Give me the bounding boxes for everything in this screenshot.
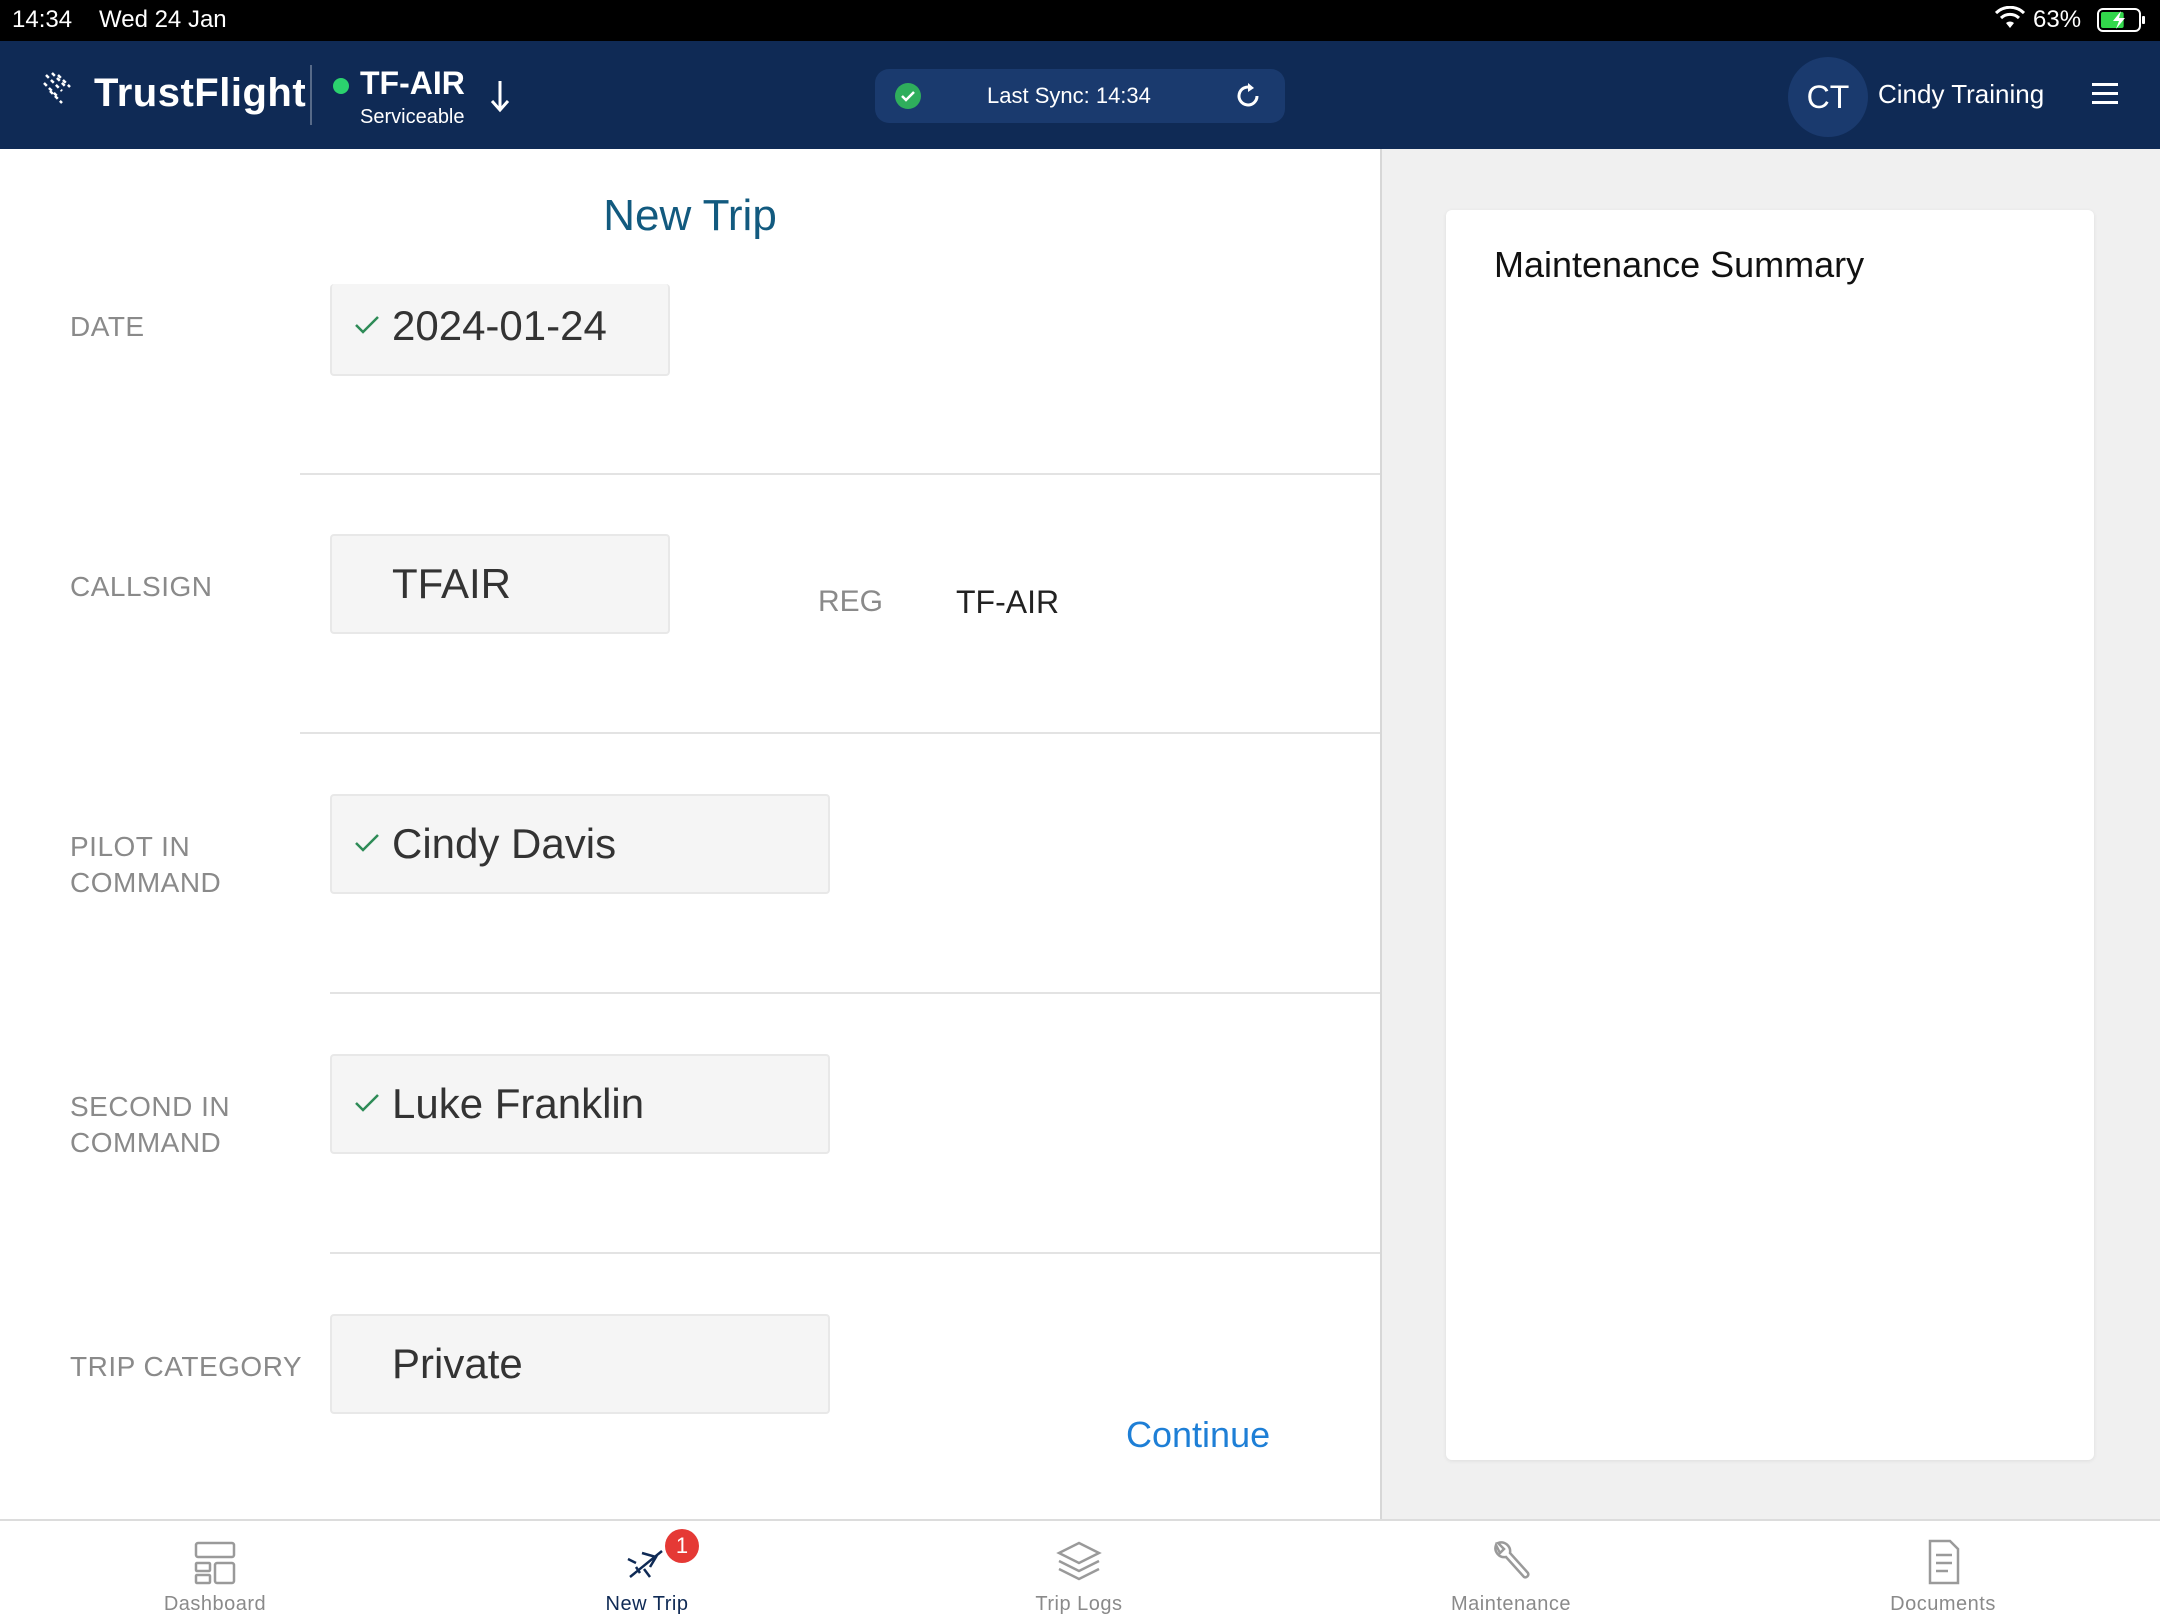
sync-status-pill: Last Sync: 14:34 xyxy=(875,69,1285,123)
hamburger-menu-icon[interactable] xyxy=(2090,79,2120,114)
ios-status-bar: 14:34 Wed 24 Jan 63% xyxy=(0,0,2160,41)
trip-category-field[interactable]: Private xyxy=(330,1314,830,1414)
callsign-value: TFAIR xyxy=(392,560,512,607)
date-value: 2024-01-24 xyxy=(392,302,607,349)
reg-value: TF-AIR xyxy=(956,584,1060,620)
divider xyxy=(300,732,1380,734)
second-in-command-label: SECOND IN COMMAND xyxy=(70,1089,230,1161)
divider xyxy=(330,992,1380,994)
document-icon xyxy=(1918,1537,1968,1587)
aircraft-status: Serviceable xyxy=(360,106,465,128)
divider xyxy=(330,1252,1380,1254)
layers-icon xyxy=(1054,1537,1104,1587)
header-divider xyxy=(310,65,312,125)
check-icon xyxy=(354,314,380,341)
divider xyxy=(300,473,1380,475)
trustflight-logo[interactable]: TrustFlight xyxy=(42,71,306,116)
last-sync-text: Last Sync: 14:34 xyxy=(987,83,1151,108)
tab-label: Documents xyxy=(1890,1593,1996,1615)
second-in-command-field[interactable]: Luke Franklin xyxy=(330,1054,830,1154)
status-time: 14:34 xyxy=(12,6,73,33)
second-in-command-label-line2: COMMAND xyxy=(70,1127,222,1158)
logo-text: TrustFlight xyxy=(94,71,307,115)
wifi-icon xyxy=(1994,5,2026,37)
battery-icon xyxy=(2097,8,2147,39)
status-date: Wed 24 Jan xyxy=(99,6,227,33)
trip-category-label: TRIP CATEGORY xyxy=(70,1351,303,1382)
pilot-in-command-field[interactable]: Cindy Davis xyxy=(330,794,830,894)
battery-percent: 63% xyxy=(2033,6,2082,33)
trip-category-value: Private xyxy=(392,1340,523,1387)
tab-label: Dashboard xyxy=(163,1593,267,1615)
tab-label: Trip Logs xyxy=(1035,1593,1123,1615)
second-in-command-label-line1: SECOND IN xyxy=(70,1091,231,1122)
callsign-label: CALLSIGN xyxy=(70,571,213,602)
pilot-in-command-value: Cindy Davis xyxy=(392,820,617,867)
pilot-in-command-label-line2: COMMAND xyxy=(70,867,222,898)
notification-badge: 1 xyxy=(665,1529,699,1563)
user-avatar[interactable]: CT xyxy=(1788,57,1868,137)
maintenance-summary-card: Maintenance Summary xyxy=(1446,210,2094,1460)
tab-dashboard[interactable]: Dashboard xyxy=(95,1521,335,1622)
reg-label: REG xyxy=(818,585,884,618)
pilot-in-command-label: PILOT IN COMMAND xyxy=(70,829,221,901)
page-title: New Trip xyxy=(603,191,777,240)
second-in-command-value: Luke Franklin xyxy=(392,1080,645,1127)
maintenance-summary-title: Maintenance Summary xyxy=(1494,244,1865,285)
date-label: DATE xyxy=(70,311,145,342)
aircraft-registration[interactable]: TF-AIR xyxy=(360,65,465,102)
check-icon xyxy=(354,832,380,859)
check-icon xyxy=(354,1092,380,1119)
continue-button[interactable]: Continue xyxy=(1126,1414,1270,1456)
callsign-field[interactable]: TFAIR xyxy=(330,534,670,634)
tab-label: New Trip xyxy=(605,1593,689,1615)
tab-trip-logs[interactable]: Trip Logs xyxy=(959,1521,1199,1622)
trustflight-logo-icon xyxy=(42,71,82,116)
refresh-icon[interactable] xyxy=(1233,81,1263,116)
wrench-icon xyxy=(1486,1537,1536,1587)
tab-new-trip[interactable]: 1 New Trip xyxy=(527,1521,767,1622)
dashboard-icon xyxy=(190,1537,240,1587)
user-name[interactable]: Cindy Training xyxy=(1878,79,2044,110)
new-trip-form-panel: New Trip DATE 2024-01-24 CALLSIGN TFAIR … xyxy=(0,149,1382,1519)
check-circle-icon xyxy=(895,83,921,109)
serviceable-status-dot xyxy=(333,78,349,94)
tab-documents[interactable]: Documents xyxy=(1823,1521,2063,1622)
tab-label: Maintenance xyxy=(1450,1593,1572,1615)
tab-maintenance[interactable]: Maintenance xyxy=(1391,1521,1631,1622)
pilot-in-command-label-line1: PILOT IN xyxy=(70,831,191,862)
bottom-tab-bar: Dashboard 1 New Trip Trip Logs Maintenan… xyxy=(0,1519,2160,1620)
app-header: TrustFlight TF-AIR Serviceable Last Sync… xyxy=(0,41,2160,149)
arrow-down-icon[interactable] xyxy=(488,79,512,118)
date-field[interactable]: 2024-01-24 xyxy=(330,284,670,376)
